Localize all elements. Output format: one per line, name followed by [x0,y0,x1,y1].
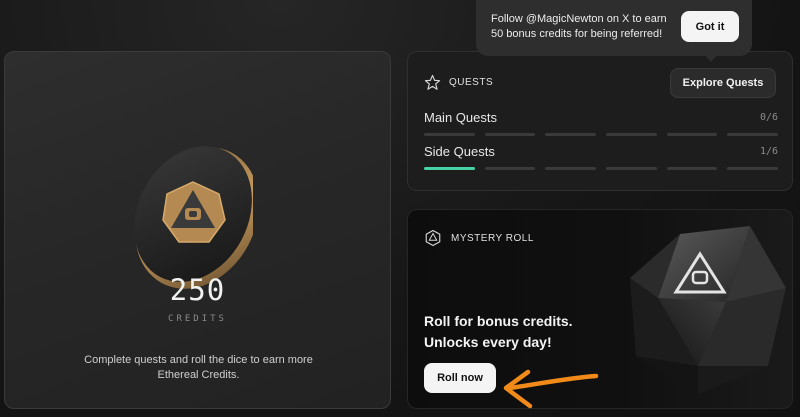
mystery-roll-header: MYSTERY ROLL [424,229,534,247]
d20-dice-icon [630,226,786,394]
progress-segment [606,133,657,136]
mystery-roll-title: MYSTERY ROLL [451,232,534,244]
toast-message: Follow @MagicNewton on X to earn 50 bonu… [491,12,681,42]
toast-pointer [704,54,718,62]
explore-quests-button[interactable]: Explore Quests [670,68,776,98]
star-icon [424,74,441,90]
side-quests-count: 1/6 [759,146,778,157]
side-quests-label: Side Quests [424,144,495,159]
progress-segment [727,133,779,136]
progress-segment [545,133,597,136]
credits-label: CREDITS [168,314,227,324]
progress-segment [666,167,718,170]
toast-line-1: Follow @MagicNewton on X to earn [491,13,667,25]
quests-card: QUESTS Explore Quests Main Quests 0/6 Si… [407,51,793,191]
main-quests-progress [424,133,779,136]
orange-arrow-annotation-icon [503,369,599,409]
got-it-button[interactable]: Got it [681,11,739,42]
progress-segment [484,133,536,136]
quests-header: QUESTS [424,74,493,91]
progress-segment [484,167,536,170]
quests-title: QUESTS [449,77,494,88]
progress-segment [545,167,597,170]
credits-card: 250 CREDITS Complete quests and roll the… [4,51,391,409]
dashboard: 250 CREDITS Complete quests and roll the… [0,0,800,417]
credits-description: Complete quests and roll the dice to ear… [84,354,313,381]
main-quests-label: Main Quests [424,110,497,125]
mystery-roll-subline: Unlocks every day! [424,334,552,350]
progress-segment [666,133,718,136]
mystery-roll-headline: Roll for bonus credits. [424,313,573,329]
roll-now-button[interactable]: Roll now [424,363,496,393]
referral-toast: Follow @MagicNewton on X to earn 50 bonu… [476,0,752,56]
d20-icon [425,229,441,247]
credits-value: 250 [169,273,226,307]
progress-segment [424,167,475,170]
progress-segment [424,133,475,136]
mystery-roll-card: MYSTERY ROLL Roll for bonus credits. Unl… [407,209,793,409]
main-quests-count: 0/6 [759,112,778,123]
toast-line-2: 50 bonus credits for being referred! [491,28,663,40]
progress-segment [727,167,779,170]
side-quests-progress [424,167,779,170]
progress-segment [606,167,657,170]
